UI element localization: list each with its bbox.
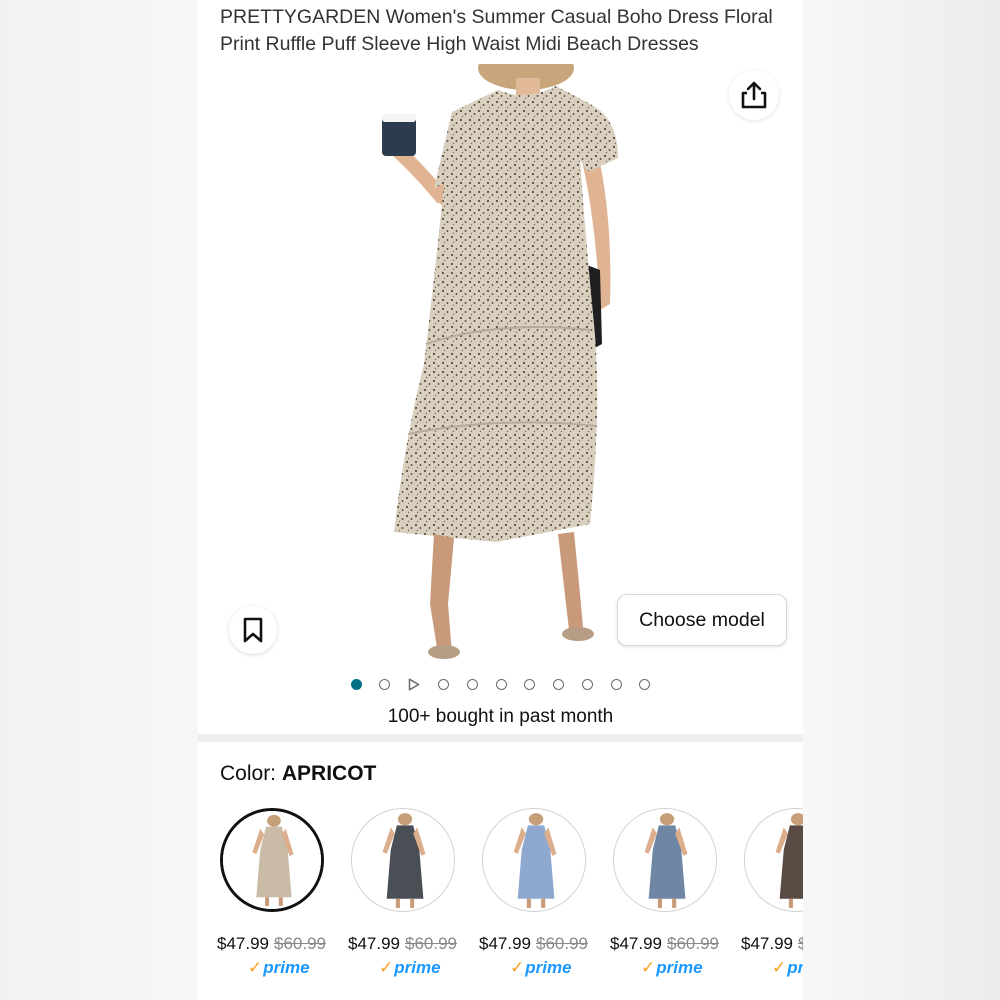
play-icon [408,677,420,691]
swatch-list-price: $60.99 [798,934,803,953]
swatch-list-price: $60.99 [536,934,588,953]
carousel-dot-5[interactable] [466,678,478,690]
image-carousel-indicator [198,670,803,698]
prime-label: prime [787,958,803,977]
swatch-price: $47.99 [741,934,793,953]
swatch-price-row: $47.99 $60.99 [741,934,803,954]
carousel-dot-1[interactable] [350,678,362,690]
product-photo [382,64,618,659]
carousel-dot-4[interactable] [437,678,449,690]
swatch-list-price: $60.99 [405,934,457,953]
color-label-prefix: Color: [220,762,277,785]
save-to-list-button[interactable] [229,606,277,654]
carousel-dot-6[interactable] [495,678,507,690]
carousel-dot-8[interactable] [553,678,565,690]
swatch-price: $47.99 [610,934,662,953]
swatch-list-price: $60.99 [667,934,719,953]
prime-badge: ✓prime [641,958,703,978]
product-image-gallery[interactable]: Choose model [198,64,803,662]
carousel-dot-9[interactable] [581,678,593,690]
color-swatch[interactable]: $47.99 $60.99 ✓prime [217,808,328,977]
prime-check-icon: ✓ [641,958,656,977]
carousel-dot-7[interactable] [524,678,536,690]
swatch-price-row: $47.99 $60.99 [479,934,588,954]
prime-check-icon: ✓ [510,958,525,977]
prime-check-icon: ✓ [248,958,263,977]
swatch-price: $47.99 [479,934,531,953]
swatch-price-row: $47.99 $60.99 [217,934,326,954]
product-title: PRETTYGARDEN Women's Summer Casual Boho … [220,6,773,55]
color-swatch[interactable]: $47.99 $60.99 ✓prime [610,808,721,977]
color-swatch[interactable]: $47.99 $60.99 ✓prime [741,808,803,977]
prime-label: prime [263,958,310,977]
prime-badge: ✓prime [772,958,803,978]
color-selector-label: Color: APRICOT [220,762,376,786]
swatch-price: $47.99 [348,934,400,953]
selected-color-value: APRICOT [281,762,377,785]
swatch-image[interactable] [613,808,717,912]
prime-check-icon: ✓ [772,958,787,977]
color-swatch[interactable]: $47.99 $60.99 ✓prime [479,808,590,977]
swatch-price: $47.99 [217,934,269,953]
swatch-price-row: $47.99 $60.99 [348,934,457,954]
swatch-image[interactable] [220,808,324,912]
bought-count-text: 100+ bought in past month [387,706,614,727]
carousel-dot-11[interactable] [639,678,651,690]
prime-label: prime [394,958,441,977]
carousel-dot-2[interactable] [379,678,391,690]
color-swatch-list: $47.99 $60.99 ✓prime $47.99 $60.99 ✓prime $47.… [217,808,803,998]
carousel-dot-10[interactable] [610,678,622,690]
carousel-video-dot[interactable] [408,677,420,691]
prime-badge: ✓prime [248,958,310,978]
bookmark-icon [243,617,263,643]
background-left [0,0,198,1000]
background-right [803,0,1000,1000]
swatch-image[interactable] [744,808,803,912]
swatch-image[interactable] [351,808,455,912]
section-divider [198,734,803,742]
prime-badge: ✓prime [379,958,441,978]
product-page: PRETTYGARDEN Women's Summer Casual Boho … [198,0,803,1000]
prime-label: prime [656,958,703,977]
share-icon [741,81,767,109]
share-button[interactable] [729,70,779,120]
prime-label: prime [525,958,572,977]
prime-check-icon: ✓ [379,958,394,977]
swatch-list-price: $60.99 [274,934,326,953]
swatch-price-row: $47.99 $60.99 [610,934,719,954]
prime-badge: ✓prime [510,958,572,978]
choose-model-button[interactable]: Choose model [617,594,787,646]
swatch-image[interactable] [482,808,586,912]
color-swatch[interactable]: $47.99 $60.99 ✓prime [348,808,459,977]
